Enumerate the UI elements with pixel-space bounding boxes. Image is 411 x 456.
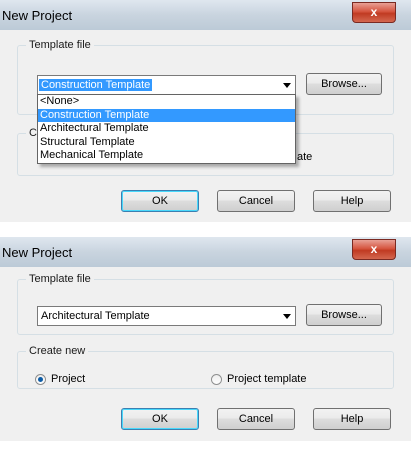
dropdown-option-mechanical[interactable]: Mechanical Template xyxy=(38,149,295,163)
project-radio-label[interactable]: Project xyxy=(51,373,85,385)
dropdown-option-architectural[interactable]: Architectural Template xyxy=(38,122,295,136)
browse-button[interactable]: Browse... xyxy=(306,304,382,326)
chevron-down-icon[interactable] xyxy=(283,83,291,88)
project-radio[interactable] xyxy=(35,374,46,385)
ok-button[interactable]: OK xyxy=(121,408,199,430)
close-icon: x xyxy=(370,5,378,19)
ok-button[interactable]: OK xyxy=(121,190,199,212)
help-button[interactable]: Help xyxy=(313,408,391,430)
cancel-button[interactable]: Cancel xyxy=(217,190,295,212)
close-icon: x xyxy=(370,242,378,256)
template-select[interactable]: Construction Template xyxy=(37,75,296,95)
close-button[interactable]: x xyxy=(352,239,396,260)
window-title: New Project xyxy=(2,245,73,260)
template-select-value: Architectural Template xyxy=(41,310,150,322)
window-title: New Project xyxy=(2,8,73,23)
title-bar[interactable]: New Project x xyxy=(0,237,411,267)
dropdown-option-structural[interactable]: Structural Template xyxy=(38,136,295,150)
template-select-value: Construction Template xyxy=(39,79,153,91)
cancel-button[interactable]: Cancel xyxy=(217,408,295,430)
create-new-group-label: Create new xyxy=(29,345,86,357)
new-project-dialog-dropdown-open: New Project x Template file Construction… xyxy=(0,0,411,222)
project-template-radio-label-partial: ate xyxy=(297,151,313,163)
title-bar[interactable]: New Project x xyxy=(0,0,411,30)
chevron-down-icon[interactable] xyxy=(283,314,291,319)
template-file-group-label: Template file xyxy=(29,39,91,51)
dropdown-option-construction[interactable]: Construction Template xyxy=(38,108,295,122)
close-button[interactable]: x xyxy=(352,2,396,23)
template-dropdown-list[interactable]: <None> Construction Template Architectur… xyxy=(37,94,296,164)
browse-button[interactable]: Browse... xyxy=(306,73,382,95)
dropdown-option-none[interactable]: <None> xyxy=(38,95,295,109)
project-template-radio[interactable] xyxy=(211,374,222,385)
template-select[interactable]: Architectural Template xyxy=(37,306,296,326)
dialog-client-area: Template file Architectural Template Bro… xyxy=(0,267,411,441)
project-template-radio-label[interactable]: Project template xyxy=(227,373,306,385)
template-file-group-label: Template file xyxy=(29,273,91,285)
help-button[interactable]: Help xyxy=(313,190,391,212)
new-project-dialog: New Project x Template file Architectura… xyxy=(0,237,411,441)
